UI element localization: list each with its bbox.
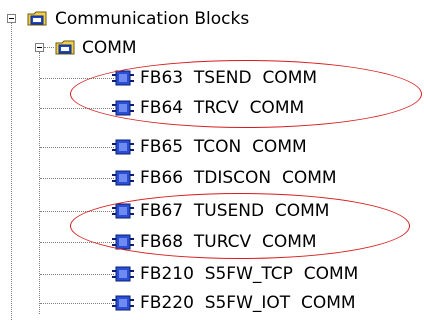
block-item-fb64[interactable]: FB64 TRCV COMM [140, 98, 304, 118]
tree-connector [44, 47, 54, 48]
tree-connector [40, 108, 114, 109]
block-name: TURCV [193, 232, 252, 252]
block-family: COMM [262, 68, 318, 88]
collapse-comm-toggle[interactable] [35, 43, 44, 52]
block-item-fb67[interactable]: FB67 TUSEND COMM [140, 201, 329, 221]
comm-folder-label[interactable]: COMM [82, 38, 137, 58]
collapse-root-toggle[interactable] [7, 14, 16, 23]
block-family: COMM [252, 137, 307, 157]
block-id: FB65 [140, 137, 184, 157]
function-block-icon [112, 169, 134, 187]
block-id: FB67 [140, 201, 184, 221]
function-block-icon [112, 233, 134, 251]
tree-view: Communication Blocks COMM FB63 TSEND COM… [0, 0, 424, 320]
function-block-icon [112, 294, 134, 312]
block-family: COMM [301, 293, 356, 313]
tree-connector [40, 242, 114, 243]
block-id: FB220 [140, 293, 194, 313]
folder-icon [55, 40, 76, 56]
block-id: FB64 [140, 98, 184, 118]
tree-connector [11, 23, 12, 320]
tree-connector [40, 178, 114, 179]
block-name: TUSEND [193, 201, 265, 221]
block-item-fb66[interactable]: FB66 TDISCON COMM [140, 168, 337, 188]
tree-connector [40, 147, 114, 148]
block-id: FB63 [140, 68, 184, 88]
function-block-icon [112, 265, 134, 283]
block-name: TDISCON [193, 168, 272, 188]
block-item-fb210[interactable]: FB210 S5FW_TCP COMM [140, 264, 358, 284]
root-folder-label[interactable]: Communication Blocks [55, 9, 249, 29]
block-id: FB66 [140, 168, 184, 188]
tree-connector [40, 303, 114, 304]
block-item-fb68[interactable]: FB68 TURCV COMM [140, 232, 317, 252]
block-id: FB68 [140, 232, 184, 252]
tree-connector [40, 274, 114, 275]
block-id: FB210 [140, 264, 194, 284]
block-item-fb63[interactable]: FB63 TSEND COMM [140, 68, 317, 88]
function-block-icon [112, 202, 134, 220]
block-family: COMM [274, 201, 330, 221]
block-name: TSEND [193, 68, 252, 88]
function-block-icon [112, 138, 134, 156]
block-name: S5FW_IOT [204, 293, 291, 313]
block-family: COMM [262, 232, 317, 252]
block-item-fb220[interactable]: FB220 S5FW_IOT COMM [140, 293, 356, 313]
block-name: TRCV [193, 98, 239, 118]
block-family: COMM [249, 98, 305, 118]
block-name: TCON [193, 137, 242, 157]
function-block-icon [112, 99, 134, 117]
block-item-fb65[interactable]: FB65 TCON COMM [140, 137, 307, 157]
block-name: S5FW_TCP [204, 264, 293, 284]
tree-connector [40, 78, 114, 79]
folder-icon [27, 11, 48, 27]
tree-connector [40, 211, 114, 212]
block-family: COMM [281, 168, 337, 188]
function-block-icon [112, 69, 134, 87]
block-family: COMM [303, 264, 359, 284]
